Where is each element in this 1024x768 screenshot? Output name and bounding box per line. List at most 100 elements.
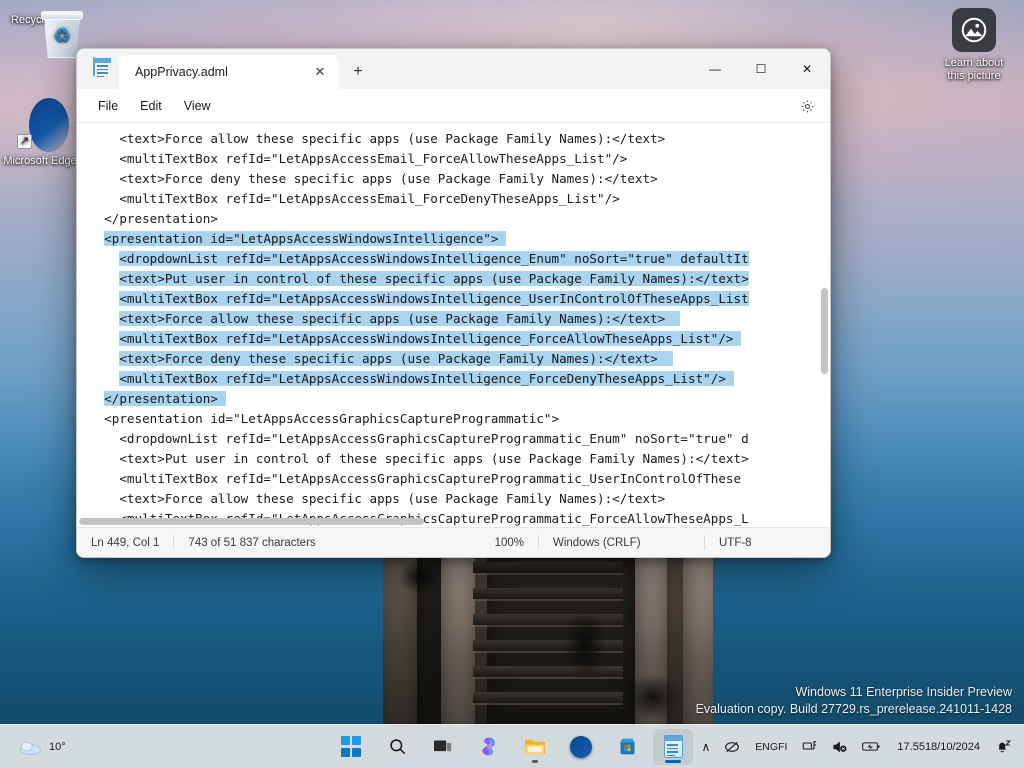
editor-line[interactable]: <text>Force allow these specific apps (u… xyxy=(77,129,830,149)
battery-charging-icon[interactable] xyxy=(856,732,887,762)
taskbar-start-button[interactable] xyxy=(331,729,371,765)
editor-line[interactable]: <text>Force allow these specific apps (u… xyxy=(77,489,830,509)
do-not-disturb-icon[interactable] xyxy=(718,732,746,762)
selected-text[interactable]: <presentation id="LetAppsAccessWindowsIn… xyxy=(104,231,506,246)
notepad-menubar[interactable]: File Edit View xyxy=(77,89,830,123)
tab-title: AppPrivacy.adml xyxy=(135,65,301,79)
notepad-editor-area[interactable]: <text>Force allow these specific apps (u… xyxy=(77,123,830,527)
status-line-ending[interactable]: Windows (CRLF) xyxy=(539,537,704,549)
gear-icon[interactable] xyxy=(794,94,820,118)
editor-horizontal-scrollbar[interactable] xyxy=(77,516,830,527)
editor-line[interactable]: <presentation id="LetAppsAccessGraphicsC… xyxy=(77,409,830,429)
taskbar-edge-button[interactable] xyxy=(561,729,601,765)
editor-line[interactable]: <dropdownList refId="LetAppsAccessGraphi… xyxy=(77,429,830,449)
new-tab-button[interactable]: + xyxy=(345,60,371,84)
selected-text[interactable]: <multiTextBox refId="LetAppsAccessWindow… xyxy=(119,371,733,386)
taskbar-store-button[interactable] xyxy=(607,729,647,765)
taskbar-apps[interactable] xyxy=(331,729,693,765)
taskbar-notepad-button[interactable] xyxy=(653,729,693,765)
notepad-tabstrip[interactable]: AppPrivacy.adml ✕ + xyxy=(119,49,371,89)
folder-icon xyxy=(524,737,546,756)
speaker-muted-icon[interactable] xyxy=(826,732,854,762)
search-icon xyxy=(388,737,407,756)
wallpaper-pier xyxy=(383,556,713,730)
notepad-text-content[interactable]: <text>Force allow these specific apps (u… xyxy=(77,123,830,527)
editor-line[interactable]: <multiTextBox refId="LetAppsAccessGraphi… xyxy=(77,469,830,489)
taskbar-system-tray[interactable]: ∧ ENG FI xyxy=(696,732,1019,762)
taskbar-copilot-button[interactable] xyxy=(469,729,509,765)
editor-line[interactable]: <multiTextBox refId="LetAppsAccessEmail_… xyxy=(77,189,830,209)
notepad-titlebar[interactable]: AppPrivacy.adml ✕ + — ☐ ✕ xyxy=(77,49,830,89)
tray-overflow-button[interactable]: ∧ xyxy=(696,732,717,762)
taskbar-left[interactable]: 10° xyxy=(10,735,74,759)
editor-line[interactable]: <multiTextBox refId="LetAppsAccessWindow… xyxy=(77,369,830,389)
status-encoding[interactable]: UTF-8 xyxy=(705,537,830,549)
close-button[interactable]: ✕ xyxy=(784,49,830,89)
editor-line[interactable]: <text>Put user in control of these speci… xyxy=(77,449,830,469)
desktop-icon-microsoft-edge[interactable]: ↗ Microsoft Edge xyxy=(0,105,80,168)
editor-line[interactable]: <multiTextBox refId="LetAppsAccessWindow… xyxy=(77,289,830,309)
scrollbar-thumb[interactable] xyxy=(821,288,828,374)
editor-line[interactable]: <presentation id="LetAppsAccessWindowsIn… xyxy=(77,229,830,249)
clock-time: 17.55 xyxy=(897,740,925,754)
editor-line[interactable]: </presentation> xyxy=(77,209,830,229)
learn-about-picture-widget[interactable]: Learn about this picture xyxy=(934,8,1014,83)
menu-file[interactable]: File xyxy=(87,94,129,118)
tray-clock[interactable]: 17.55 18/10/2024 xyxy=(889,732,988,762)
selected-text[interactable]: <text>Force deny these specific apps (us… xyxy=(119,351,673,366)
tab-appprivacy-adml[interactable]: AppPrivacy.adml ✕ xyxy=(119,55,339,89)
menu-edit[interactable]: Edit xyxy=(129,94,173,118)
editor-line[interactable]: </presentation> xyxy=(77,389,830,409)
editor-line[interactable]: <text>Put user in control of these speci… xyxy=(77,269,830,289)
status-cursor-position: Ln 449, Col 1 xyxy=(77,537,173,549)
weather-temperature: 10° xyxy=(49,741,66,753)
selected-text[interactable]: <multiTextBox refId="LetAppsAccessWindow… xyxy=(119,331,741,346)
menu-view[interactable]: View xyxy=(173,94,222,118)
editor-line[interactable]: <text>Force allow these specific apps (u… xyxy=(77,309,830,329)
store-icon xyxy=(617,736,638,757)
weather-widget[interactable]: 10° xyxy=(10,735,74,759)
tab-close-icon[interactable]: ✕ xyxy=(307,60,333,84)
image-info-icon xyxy=(952,8,996,52)
notepad-icon xyxy=(93,58,111,80)
tray-language-indicator[interactable]: ENG FI xyxy=(748,732,794,762)
copilot-icon xyxy=(479,736,500,757)
selected-text[interactable]: <text>Force allow these specific apps (u… xyxy=(119,311,680,326)
windows-evaluation-watermark: Windows 11 Enterprise Insider Preview Ev… xyxy=(696,684,1012,718)
shortcut-arrow-icon: ↗ xyxy=(17,134,32,149)
watermark-line1: Windows 11 Enterprise Insider Preview xyxy=(696,684,1012,701)
clock-date: 18/10/2024 xyxy=(925,740,980,754)
editor-line[interactable]: <multiTextBox refId="LetAppsAccessWindow… xyxy=(77,329,830,349)
watermark-line2: Evaluation copy. Build 27729.rs_prerelea… xyxy=(696,701,1012,718)
language-line1: ENG xyxy=(755,741,778,753)
editor-line[interactable]: <multiTextBox refId="LetAppsAccessEmail_… xyxy=(77,149,830,169)
selected-text[interactable]: <dropdownList refId="LetAppsAccessWindow… xyxy=(119,251,748,266)
notification-bell-icon[interactable] xyxy=(990,732,1018,762)
desktop[interactable]: ♻ Recycle Bin ↗ Microsoft Edge Learn abo… xyxy=(0,0,1024,768)
learn-widget-line2: this picture xyxy=(947,70,1000,82)
taskbar[interactable]: 10° xyxy=(0,724,1024,768)
windows-logo-icon xyxy=(341,736,362,757)
scrollbar-thumb-horizontal[interactable] xyxy=(79,518,424,525)
task-view-icon xyxy=(433,738,453,756)
notepad-window[interactable]: AppPrivacy.adml ✕ + — ☐ ✕ File Edit View xyxy=(76,48,831,558)
selected-text[interactable]: <multiTextBox refId="LetAppsAccessWindow… xyxy=(119,291,748,306)
minimize-button[interactable]: — xyxy=(692,49,738,89)
status-character-count: 743 of 51 837 characters xyxy=(174,537,480,549)
editor-line[interactable]: <text>Force deny these specific apps (us… xyxy=(77,349,830,369)
taskbar-file-explorer-button[interactable] xyxy=(515,729,555,765)
status-zoom-level[interactable]: 100% xyxy=(481,537,538,549)
editor-line[interactable]: <dropdownList refId="LetAppsAccessWindow… xyxy=(77,249,830,269)
taskbar-search-button[interactable] xyxy=(377,729,417,765)
selected-text[interactable]: <text>Put user in control of these speci… xyxy=(119,271,748,286)
window-controls[interactable]: — ☐ ✕ xyxy=(692,49,830,89)
editor-vertical-scrollbar[interactable] xyxy=(818,123,830,527)
notepad-icon xyxy=(664,735,683,758)
taskbar-task-view-button[interactable] xyxy=(423,729,463,765)
editor-line[interactable]: <text>Force deny these specific apps (us… xyxy=(77,169,830,189)
maximize-button[interactable]: ☐ xyxy=(738,49,784,89)
selected-text[interactable]: </presentation> xyxy=(104,391,225,406)
desktop-icon-recycle-bin[interactable]: ♻ Recycle Bin xyxy=(0,10,80,27)
network-icon[interactable] xyxy=(796,732,824,762)
edge-icon xyxy=(570,736,592,758)
